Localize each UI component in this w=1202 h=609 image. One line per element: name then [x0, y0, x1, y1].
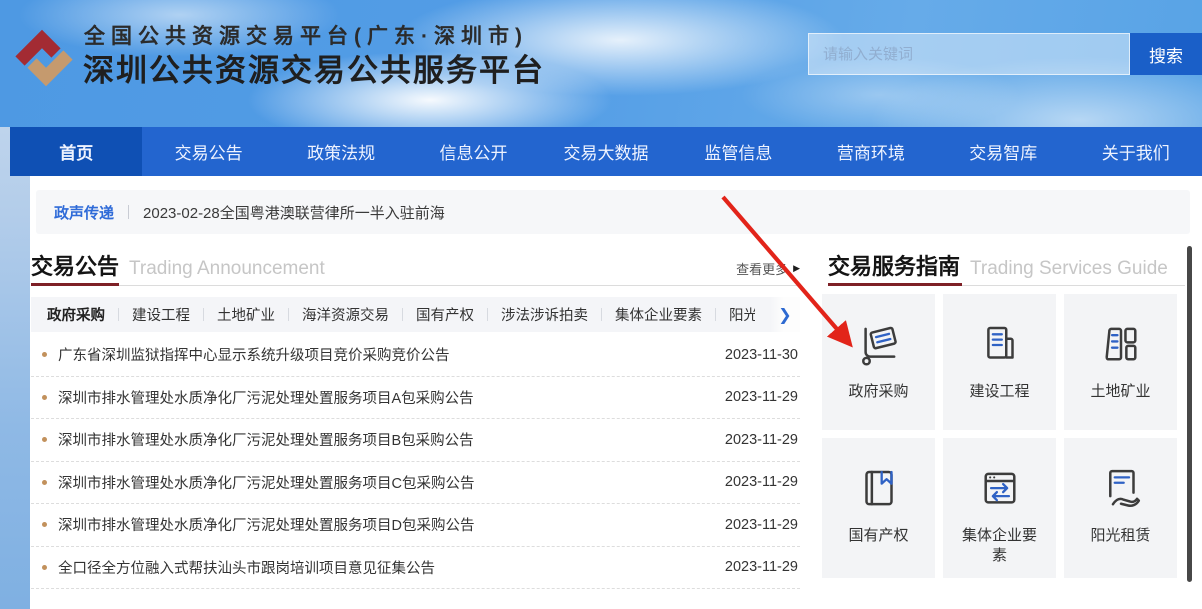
- services-title-cn: 交易服务指南: [828, 249, 960, 281]
- ticker-category[interactable]: 政声传递: [54, 202, 114, 223]
- announcement-date: 2023-11-29: [725, 389, 800, 405]
- nav-item-about-us[interactable]: 关于我们: [1070, 127, 1202, 176]
- search-input[interactable]: [808, 33, 1130, 75]
- nav-item-think-tank[interactable]: 交易智库: [937, 127, 1069, 176]
- service-card-government-procurement[interactable]: 政府采购: [822, 294, 935, 430]
- announcement-date: 2023-11-29: [725, 517, 800, 533]
- services-title-en: Trading Services Guide: [970, 258, 1168, 280]
- nav-item-policies[interactable]: 政策法规: [275, 127, 407, 176]
- document-building-icon: [975, 320, 1025, 370]
- announcements-header-rule: [31, 285, 800, 286]
- services-section-header: 交易服务指南 Trading Services Guide: [828, 249, 1185, 281]
- bullet-dot-icon: [42, 352, 47, 357]
- service-card-collective-enterprise[interactable]: 集体企业要素: [943, 438, 1056, 578]
- nav-item-home[interactable]: 首页: [10, 127, 142, 176]
- bullet-dot-icon: [42, 522, 47, 527]
- nav-item-trade-announcements[interactable]: 交易公告: [142, 127, 274, 176]
- platform-title-shenzhen: 深圳公共资源交易公共服务平台: [83, 45, 545, 90]
- announcement-date: 2023-11-29: [725, 474, 800, 490]
- search-button[interactable]: 搜索: [1130, 33, 1202, 75]
- announcement-date: 2023-11-29: [725, 432, 800, 448]
- ticker-headline[interactable]: 2023-02-28全国粤港澳联营律所一半入驻前海: [143, 202, 445, 223]
- announcement-list: 广东省深圳监狱指挥中心显示系统升级项目竞价采购竞价公告 2023-11-30 深…: [31, 334, 800, 589]
- announcement-row[interactable]: 深圳市排水管理处水质净化厂污泥处理处置服务项目B包采购公告 2023-11-29: [31, 419, 800, 462]
- tabs-next-chevron-icon[interactable]: ❯: [770, 297, 800, 332]
- main-nav: 首页 交易公告 政策法规 信息公开 交易大数据 监管信息 营商环境 交易智库 关…: [10, 127, 1202, 176]
- bullet-dot-icon: [42, 480, 47, 485]
- service-card-sunshine-leasing[interactable]: 阳光租赁: [1064, 438, 1177, 578]
- ticker-divider: [128, 205, 129, 219]
- announcements-section-header: 交易公告 Trading Announcement 查看更多 ▶: [31, 249, 800, 281]
- view-more-arrow-icon: ▶: [793, 263, 800, 274]
- services-grid: 政府采购 建设工程 土地矿业 国有产权: [822, 294, 1186, 578]
- tab-construction[interactable]: 建设工程: [132, 304, 190, 325]
- hand-truck-documents-icon: [854, 320, 904, 370]
- tab-government-procurement[interactable]: 政府采购: [47, 304, 105, 325]
- tab-land-mining[interactable]: 土地矿业: [217, 304, 275, 325]
- view-more-link[interactable]: 查看更多 ▶: [736, 259, 800, 278]
- red-underline: [828, 283, 962, 286]
- nav-item-info-disclosure[interactable]: 信息公开: [407, 127, 539, 176]
- bullet-dot-icon: [42, 395, 47, 400]
- document-hand-icon: [1096, 464, 1146, 514]
- service-card-construction[interactable]: 建设工程: [943, 294, 1056, 430]
- service-card-state-owned-property[interactable]: 国有产权: [822, 438, 935, 578]
- announcement-row[interactable]: 深圳市排水管理处水质净化厂污泥处理处置服务项目A包采购公告 2023-11-29: [31, 377, 800, 420]
- announcement-row[interactable]: 全口径全方位融入式帮扶汕头市跟岗培训项目意见征集公告 2023-11-29: [31, 547, 800, 590]
- bullet-dot-icon: [42, 437, 47, 442]
- services-header-rule: [828, 285, 1185, 286]
- announcement-date: 2023-11-29: [725, 559, 800, 575]
- window-exchange-arrows-icon: [975, 464, 1025, 514]
- news-ticker: 政声传递 2023-02-28全国粤港澳联营律所一半入驻前海: [36, 190, 1190, 234]
- announcement-row[interactable]: 深圳市排水管理处水质净化厂污泥处理处置服务项目C包采购公告 2023-11-29: [31, 462, 800, 505]
- announcements-title-en: Trading Announcement: [129, 258, 325, 280]
- announcement-row[interactable]: 深圳市排水管理处水质净化厂污泥处理处置服务项目D包采购公告 2023-11-29: [31, 504, 800, 547]
- tab-sunshine-leasing-clipped[interactable]: 阳光租赁: [729, 304, 755, 325]
- nav-item-big-data[interactable]: 交易大数据: [540, 127, 672, 176]
- bullet-dot-icon: [42, 565, 47, 570]
- book-bookmark-icon: [854, 464, 904, 514]
- announcement-tabs: 政府采购 建设工程 土地矿业 海洋资源交易 国有产权 涉法涉诉拍卖 集体企业要素…: [31, 297, 800, 332]
- announcement-date: 2023-11-30: [725, 347, 800, 363]
- buildings-icon: [1096, 320, 1146, 370]
- red-underline: [31, 283, 119, 286]
- announcement-row[interactable]: 广东省深圳监狱指挥中心显示系统升级项目竞价采购竞价公告 2023-11-30: [31, 334, 800, 377]
- announcements-title-cn: 交易公告: [31, 249, 119, 281]
- service-card-land-mining[interactable]: 土地矿业: [1064, 294, 1177, 430]
- nav-item-supervision[interactable]: 监管信息: [672, 127, 804, 176]
- site-header: 全国公共资源交易平台(广东·深圳市) 深圳公共资源交易公共服务平台 搜索: [0, 0, 1202, 127]
- tab-judicial-auction[interactable]: 涉法涉诉拍卖: [501, 304, 588, 325]
- tab-state-owned-property[interactable]: 国有产权: [416, 304, 474, 325]
- vertical-scrollbar[interactable]: [1187, 246, 1192, 582]
- tab-marine-resources[interactable]: 海洋资源交易: [302, 304, 389, 325]
- tab-collective-enterprise[interactable]: 集体企业要素: [615, 304, 702, 325]
- site-logo-icon: [12, 20, 76, 94]
- nav-item-business-env[interactable]: 营商环境: [805, 127, 937, 176]
